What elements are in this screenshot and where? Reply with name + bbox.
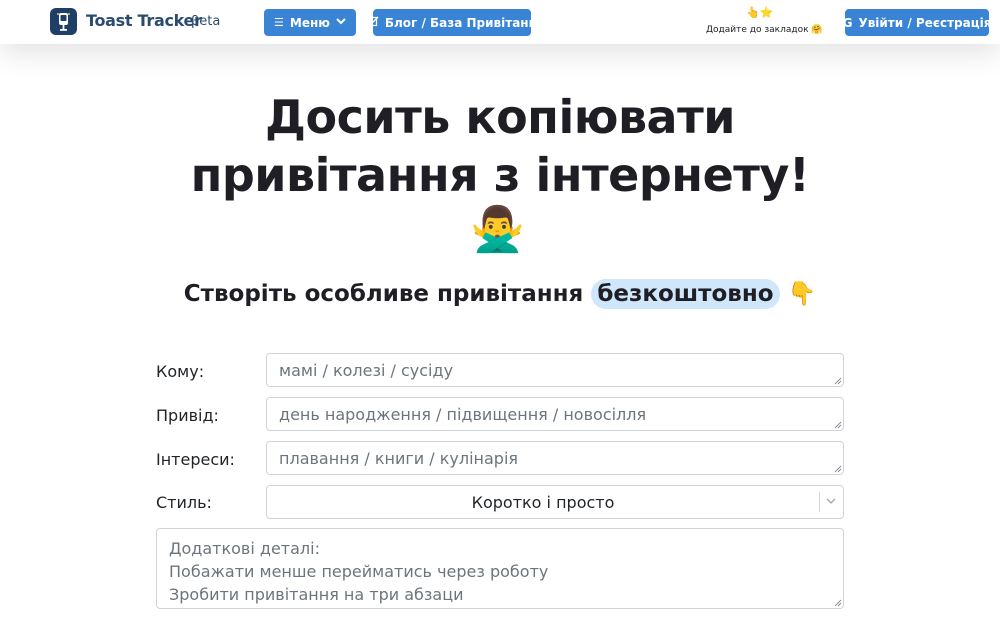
subtitle-highlight: безкоштовно — [591, 279, 780, 309]
navbar: Toast Tracker βeta ☰ Меню Блог / База Пр… — [0, 0, 1000, 44]
brand-name[interactable]: Toast Tracker — [86, 11, 202, 30]
subtitle: Створіть особливе привітання безкоштовно… — [0, 279, 1000, 309]
details-line: Додаткові деталі: — [169, 539, 320, 558]
brand-beta-badge: βeta — [191, 14, 221, 29]
to-input[interactable]: мамі / колезі / сусіду — [266, 353, 844, 387]
subtitle-text: Створіть особливе привітання — [183, 281, 592, 307]
resize-handle-icon[interactable] — [834, 599, 842, 607]
edit-icon — [367, 15, 379, 30]
resize-handle-icon[interactable] — [834, 465, 842, 473]
menu-button-label: Меню — [289, 15, 330, 30]
resize-handle-icon[interactable] — [834, 421, 842, 429]
login-button[interactable]: G Увійти / Реєстрація — [842, 9, 992, 36]
blog-button[interactable]: Блог / База Привітань — [367, 9, 536, 36]
gesture-no-emoji-icon: 🙅‍♂️ — [470, 204, 525, 255]
interests-label: Інтереси: — [156, 450, 235, 469]
occasion-input-placeholder: день народження / підвищення / новосілля — [279, 404, 647, 424]
bookmark-hint-text: Додайте до закладок 🤗 — [706, 25, 823, 35]
to-input-placeholder: мамі / колезі / сусіду — [279, 360, 454, 380]
hamburger-icon: ☰ — [274, 16, 284, 29]
details-textarea[interactable]: Додаткові деталі: Побажати менше перейма… — [156, 528, 844, 609]
google-icon: G — [842, 15, 853, 30]
pointing-down-icon: 👇 — [787, 281, 817, 307]
occasion-label: Привід: — [156, 406, 219, 425]
page-title: Досить копіювати привітання з інтернету! — [0, 88, 1000, 204]
menu-button[interactable]: ☰ Меню — [264, 9, 356, 36]
details-line: Зробити привітання на три абзаци — [169, 585, 464, 604]
resize-handle-icon[interactable] — [834, 377, 842, 385]
page-title-line-1: Досить копіювати — [265, 90, 735, 144]
bookmark-hint-icons: 👆⭐ — [746, 6, 774, 19]
logo-icon[interactable] — [50, 8, 77, 35]
blog-button-label: Блог / База Привітань — [384, 15, 537, 30]
chevron-down-icon[interactable] — [825, 494, 837, 511]
details-line: Побажати менше перейматись через роботу — [169, 562, 549, 581]
style-select-value: Коротко і просто — [471, 492, 615, 512]
select-divider — [819, 492, 820, 512]
occasion-input[interactable]: день народження / підвищення / новосілля — [266, 397, 844, 431]
style-label: Стиль: — [156, 493, 212, 512]
login-button-label: Увійти / Реєстрація — [858, 15, 992, 30]
to-label: Кому: — [156, 362, 205, 381]
interests-input[interactable]: плавання / книги / кулінарія — [266, 441, 844, 475]
chevron-down-icon — [336, 17, 346, 28]
interests-input-placeholder: плавання / книги / кулінарія — [279, 448, 519, 468]
style-select[interactable]: Коротко і просто — [266, 485, 844, 519]
page-title-line-2: привітання з інтернету! — [190, 148, 810, 202]
